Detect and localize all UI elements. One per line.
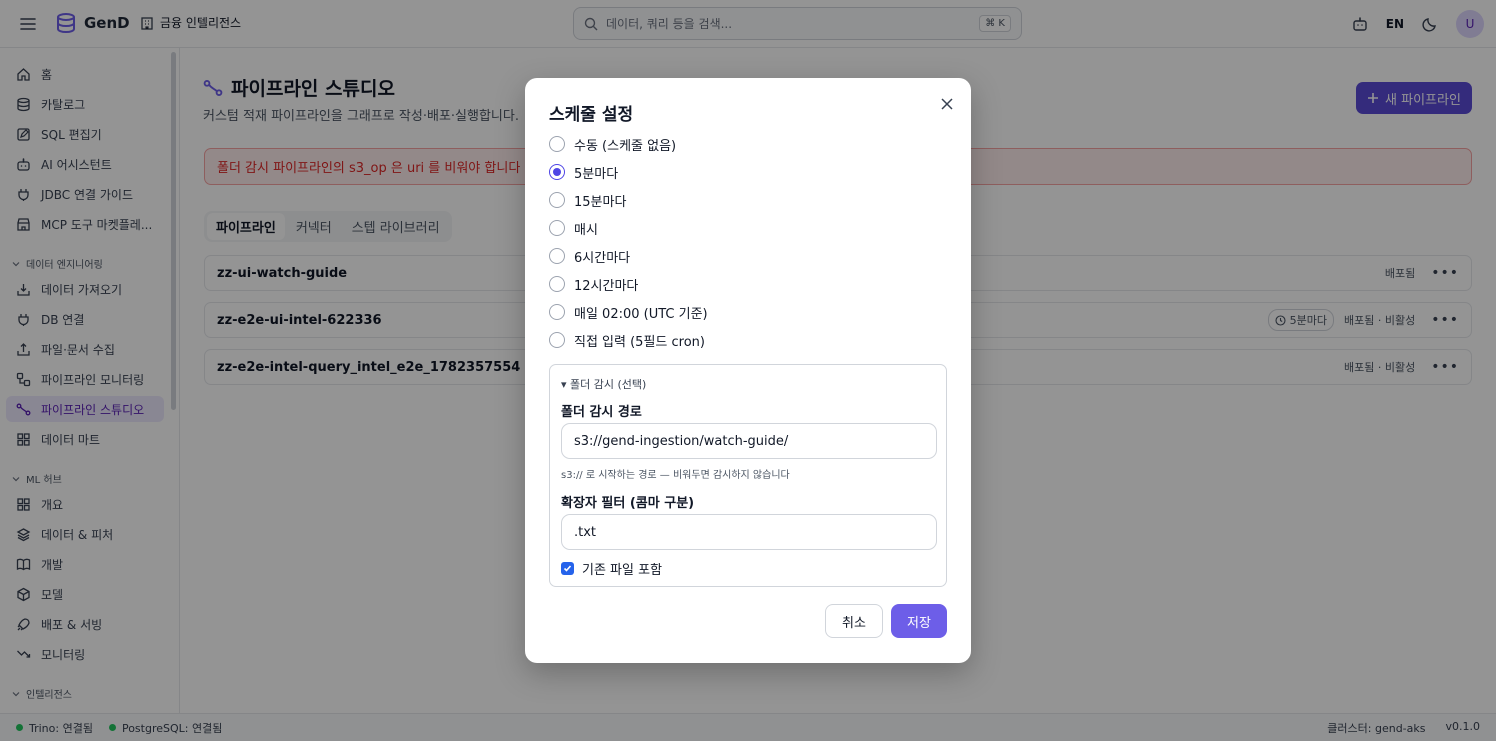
schedule-option-manual[interactable]: 수동 (스케줄 없음) — [549, 134, 676, 154]
folder-watch-toggle[interactable]: ▾ 폴더 감시 (선택) — [561, 376, 646, 392]
checkbox-checked[interactable] — [561, 562, 574, 575]
extension-filter-input[interactable] — [561, 514, 937, 550]
schedule-option-5min[interactable]: 5분마다 — [549, 162, 618, 182]
radio-button-checked[interactable] — [549, 164, 565, 180]
include-existing-option[interactable]: 기존 파일 포함 — [561, 559, 662, 578]
folder-watch-section: ▾ 폴더 감시 (선택) 폴더 감시 경로 s3:// 로 시작하는 경로 — … — [549, 364, 947, 587]
radio-button[interactable] — [549, 276, 565, 292]
schedule-option-15min[interactable]: 15분마다 — [549, 190, 626, 210]
radio-button[interactable] — [549, 304, 565, 320]
schedule-option-12h[interactable]: 12시간마다 — [549, 274, 638, 294]
watch-path-label: 폴더 감시 경로 — [561, 405, 642, 420]
extension-filter-label: 확장자 필터 (콤마 구분) — [561, 496, 695, 511]
schedule-option-daily[interactable]: 매일 02:00 (UTC 기준) — [549, 302, 708, 322]
radio-button[interactable] — [549, 220, 565, 236]
watch-path-input[interactable] — [561, 423, 937, 459]
schedule-dialog: 스케줄 설정 수동 (스케줄 없음) 5분마다 15분마다 매시 6시간마다 1… — [525, 78, 971, 663]
radio-button[interactable] — [549, 332, 565, 348]
radio-button[interactable] — [549, 192, 565, 208]
schedule-option-hourly[interactable]: 매시 — [549, 218, 598, 238]
radio-button[interactable] — [549, 248, 565, 264]
schedule-option-6h[interactable]: 6시간마다 — [549, 246, 630, 266]
dialog-title: 스케줄 설정 — [549, 105, 634, 125]
save-button[interactable]: 저장 — [891, 604, 947, 638]
close-icon[interactable] — [938, 95, 956, 113]
radio-button[interactable] — [549, 136, 565, 152]
checkmark-icon — [563, 565, 572, 572]
schedule-option-custom-cron[interactable]: 직접 입력 (5필드 cron) — [549, 330, 705, 350]
cancel-button[interactable]: 취소 — [825, 604, 883, 638]
watch-path-help: s3:// 로 시작하는 경로 — 비워두면 감시하지 않습니다 — [561, 470, 790, 481]
